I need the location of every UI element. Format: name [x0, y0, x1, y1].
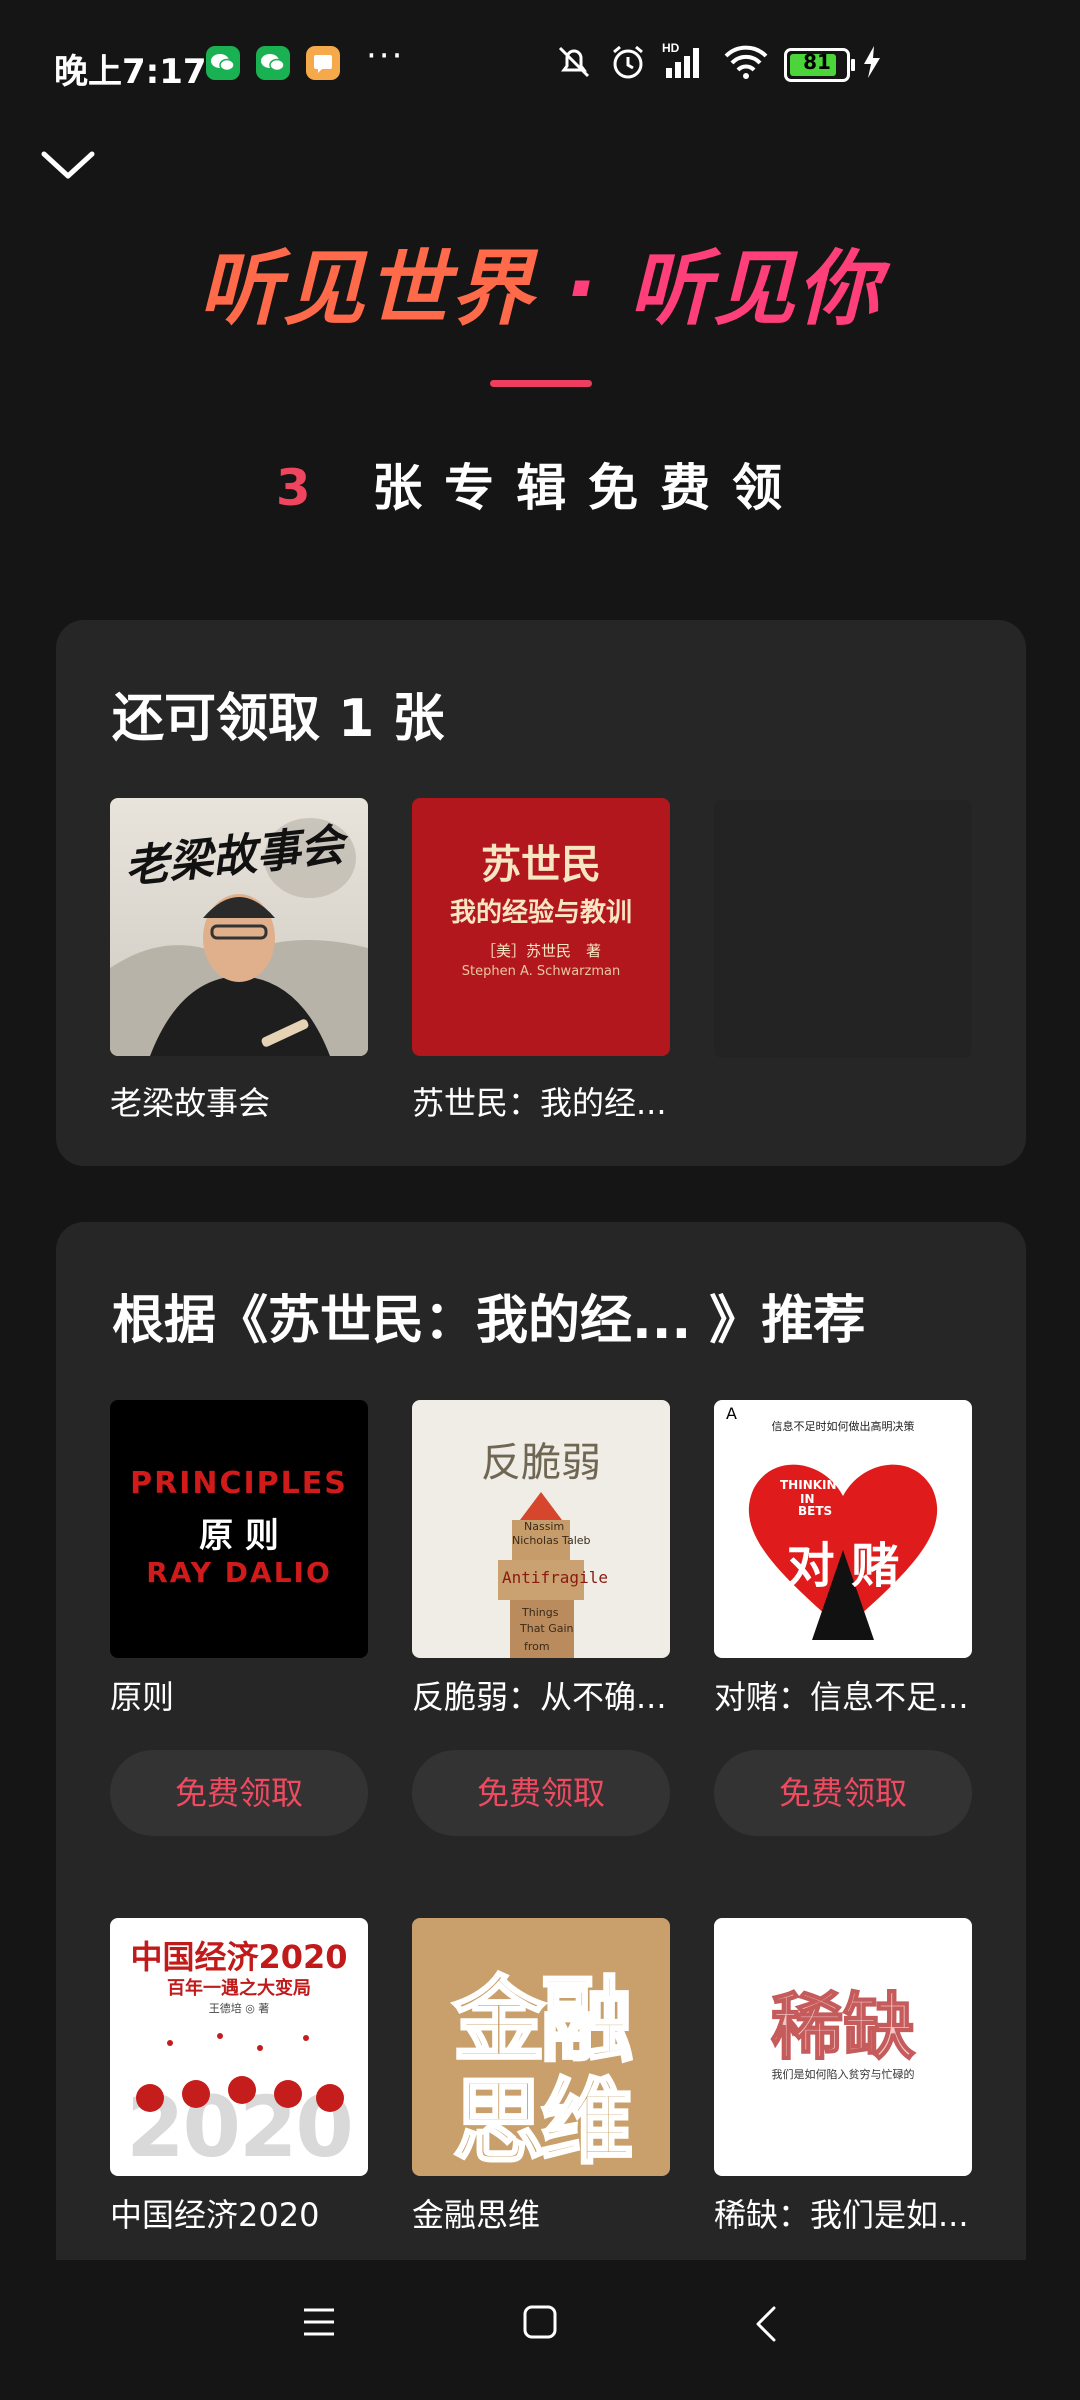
hero-subtitle: 3 张专辑免费领 [0, 448, 1080, 520]
cover-line: Things [522, 1606, 559, 1619]
menu-icon[interactable] [302, 2304, 336, 2340]
hero-title-part1: 听见世界 [198, 242, 535, 337]
cover-author: ［美］苏世民 著 [480, 942, 601, 960]
hero-title: 听见世界 · 听见你 [0, 222, 1080, 341]
cover-line: That Gain [520, 1622, 574, 1635]
cover-line: from [524, 1640, 550, 1653]
cover-line: Nicholas Taleb [512, 1534, 591, 1547]
cover-line: 原 则 [199, 1516, 279, 1556]
album-cover-antifragile[interactable]: 反脆弱 Nassim Nicholas Taleb Antifragile Th… [412, 1400, 670, 1658]
wechat-icon [206, 46, 240, 80]
cover-title: 稀缺 [770, 1984, 916, 2070]
album-label[interactable]: 稀缺：我们是如... [714, 2190, 984, 2236]
cover-line: Nassim [524, 1520, 565, 1533]
hero-subtitle-count: 3 [275, 459, 333, 517]
album-label[interactable]: 中国经济2020 [110, 2190, 380, 2236]
album-cover-laoliang[interactable]: 老梁故事会 [110, 798, 368, 1056]
cover-line: BETS [798, 1504, 833, 1518]
status-bar: 晚上7:17 ··· HD 81 [0, 0, 1080, 128]
cover-subtitle: 我们是如何陷入贫穷与忙碌的 [771, 2068, 915, 2081]
cover-subtitle: 我的经验与教训 [449, 898, 632, 928]
album-cover-scarcity[interactable]: 稀缺 我们是如何陷入贫穷与忙碌的 [714, 1918, 972, 2176]
empty-slot [714, 800, 972, 1058]
battery-level: 81 [803, 50, 831, 74]
album-cover-financial-thinking[interactable]: 金融 思维 [412, 1918, 670, 2176]
hero-divider [490, 380, 592, 387]
cover-line: 对 赌 [786, 1538, 900, 1594]
hero-title-dot: · [565, 242, 599, 337]
album-cover-schwarzman[interactable]: 苏世民 我的经验与教训 ［美］苏世民 著 Stephen A. Schwarzm… [412, 798, 670, 1056]
cover-author-en: Stephen A. Schwarzman [461, 964, 621, 979]
back-icon[interactable] [752, 2304, 780, 2344]
album-cover-principles[interactable]: PRINCIPLES 原 则 RAY DALIO [110, 1400, 368, 1658]
album-cover-thinking-in-bets[interactable]: A 信息不足时如何做出高明决策 THINKING IN BETS 对 赌 [714, 1400, 972, 1658]
free-claim-button[interactable]: 免费领取 [714, 1750, 972, 1836]
system-nav-bar [0, 2260, 1080, 2400]
album-label[interactable]: 原则 [110, 1672, 380, 1718]
chevron-down-icon[interactable] [38, 140, 98, 190]
signal-icon: HD [662, 41, 699, 78]
recommend-title: 根据《苏世民：我的经... 》推荐 [112, 1291, 866, 1351]
wifi-icon [724, 45, 768, 79]
free-claim-button[interactable]: 免费领取 [412, 1750, 670, 1836]
cover-title: 苏世民 [481, 841, 601, 888]
claimable-title: 还可领取 1 张 [112, 689, 445, 749]
cover-line: Antifragile [502, 1568, 608, 1587]
recommend-card: 根据《苏世民：我的经... 》推荐 PRINCIPLES 原 则 RAY DAL… [56, 1222, 1026, 2382]
hero-title-part2: 听见你 [629, 242, 882, 337]
hero-subtitle-text: 张专辑免费领 [372, 459, 805, 517]
wechat-icon [256, 46, 290, 80]
alarm-icon [613, 45, 643, 79]
message-icon [306, 46, 340, 80]
home-icon[interactable] [522, 2304, 558, 2340]
album-label[interactable]: 苏世民：我的经... [412, 1078, 682, 1124]
free-claim-button[interactable]: 免费领取 [110, 1750, 368, 1836]
album-label[interactable]: 对赌：信息不足... [714, 1672, 984, 1718]
more-notifications-icon: ··· [366, 36, 405, 76]
cover-line: 思维 [451, 2068, 634, 2177]
cover-line: PRINCIPLES [130, 1466, 348, 1501]
charging-icon [864, 46, 880, 78]
status-time: 晚上7:17 [54, 52, 207, 92]
album-label[interactable]: 金融思维 [412, 2190, 682, 2236]
svg-text:HD: HD [662, 41, 680, 55]
claimable-card: 还可领取 1 张 老梁故事会 老梁故事会 苏世民 我的经验与教训 ［美］苏世民 … [56, 620, 1026, 1166]
battery-icon: 81 [784, 48, 855, 82]
album-cover-china-economy[interactable]: 中国经济2020 百年一遇之大变局 王德培 ◎ 著 2020 [110, 1918, 368, 2176]
mute-icon [558, 46, 590, 78]
cover-line: THINKING [780, 1478, 847, 1492]
album-label[interactable]: 老梁故事会 [110, 1078, 380, 1124]
album-label[interactable]: 反脆弱：从不确... [412, 1672, 682, 1718]
cover-line: RAY DALIO [146, 1556, 332, 1589]
